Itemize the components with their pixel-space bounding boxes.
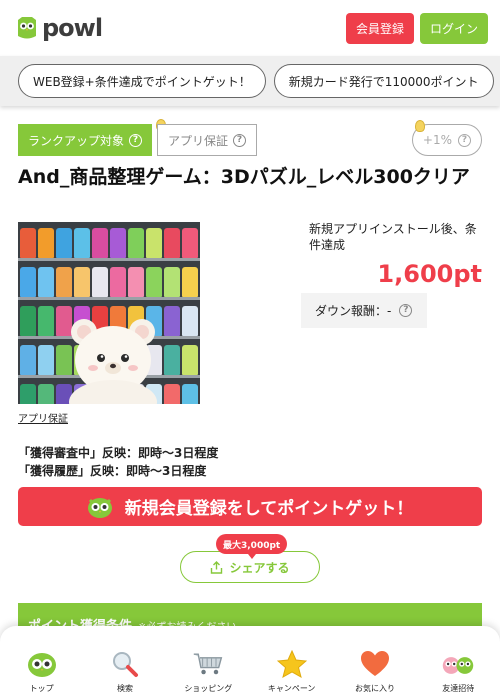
help-icon: ?	[129, 133, 143, 147]
help-icon: ?	[458, 133, 471, 147]
offer-thumbnail	[18, 222, 200, 404]
nav-label: トップ	[29, 684, 54, 693]
rank-up-tag[interactable]: ランクアップ対象 ?	[18, 119, 166, 156]
friends-owls-icon	[443, 657, 474, 674]
status-history-text: 「獲得履歴」反映：即時〜3日程度	[18, 464, 207, 478]
down-reward-box[interactable]: ダウン報酬：- ?	[301, 293, 427, 328]
owl-logo-icon	[18, 17, 36, 39]
nav-item-top[interactable]: トップ	[7, 649, 77, 694]
search-icon	[112, 652, 138, 677]
nav-label: お気に入り	[354, 684, 395, 693]
offer-points: 1,600pt	[377, 260, 482, 288]
app-guarantee-link[interactable]: アプリ保証	[18, 410, 68, 425]
banner-chip-web-register[interactable]: WEB登録+条件達成でポイントゲット！	[18, 64, 266, 98]
rank-up-label: ランクアップ対象	[28, 133, 125, 148]
campaign-banner-bar: WEB登録+条件達成でポイントゲット！ 新規カード発行で110000ポイント	[0, 56, 500, 106]
owl-home-icon	[27, 653, 56, 677]
nav-label: 検索	[116, 684, 133, 693]
bear-illustration	[69, 319, 157, 404]
app-guarantee-label: アプリ保証	[168, 133, 229, 148]
powl-logo[interactable]: powl	[16, 14, 103, 42]
status-pending-text: 「獲得審査中」反映：即時〜3日程度	[18, 446, 219, 460]
shopping-cart-icon	[194, 653, 223, 675]
plus-rate-label: +1%	[422, 133, 452, 147]
bottom-navigation: トップ 検索 ショッピング キャンペーン お気に入り 友達招待	[0, 626, 500, 700]
share-label: シェアする	[229, 560, 290, 575]
nav-item-campaign[interactable]: キャンペーン	[257, 649, 327, 694]
nav-label: 友達招待	[442, 684, 475, 693]
help-icon: ?	[233, 133, 247, 147]
nav-item-shopping[interactable]: ショッピング	[173, 649, 243, 694]
nav-label: キャンペーン	[267, 684, 316, 693]
banner-chip-card-issue[interactable]: 新規カード発行で110000ポイント	[273, 64, 494, 98]
login-button[interactable]: ログイン	[419, 12, 488, 44]
down-reward-label: ダウン報酬：-	[315, 304, 392, 318]
app-guarantee-tag[interactable]: アプリ保証 ?	[157, 124, 258, 156]
nav-item-invite[interactable]: 友達招待	[423, 649, 493, 694]
register-button[interactable]: 会員登録	[345, 12, 414, 44]
plus-rate-tag[interactable]: +1% ?	[411, 120, 482, 156]
offer-condition: 新規アプリインストール後、条件達成	[309, 222, 477, 252]
owl-icon	[87, 497, 112, 518]
star-icon	[276, 650, 307, 678]
offer-title: And_商品整理ゲーム：3Dパズル_レベル300クリア	[18, 166, 470, 188]
register-cta-label: 新規会員登録をしてポイントゲット！	[124, 499, 414, 519]
max-points-badge: 最大3,000pt	[216, 534, 288, 559]
share-area: シェアする 最大3,000pt	[180, 534, 320, 584]
reflection-status: 「獲得審査中」反映：即時〜3日程度 「獲得履歴」反映：即時〜3日程度	[18, 444, 218, 480]
register-cta-button[interactable]: 新規会員登録をしてポイントゲット！	[18, 487, 482, 526]
nav-item-search[interactable]: 検索	[90, 649, 160, 694]
help-icon: ?	[399, 304, 413, 317]
share-icon	[211, 560, 223, 574]
offer-tags: ランクアップ対象 ? アプリ保証 ? +1% ?	[18, 119, 482, 156]
bulb-icon	[414, 120, 425, 132]
heart-icon	[360, 651, 389, 676]
nav-item-favorites[interactable]: お気に入り	[340, 649, 410, 694]
nav-label: ショッピング	[184, 684, 233, 693]
logo-text: powl	[42, 14, 103, 42]
site-header: powl 会員登録 ログイン	[0, 0, 500, 56]
